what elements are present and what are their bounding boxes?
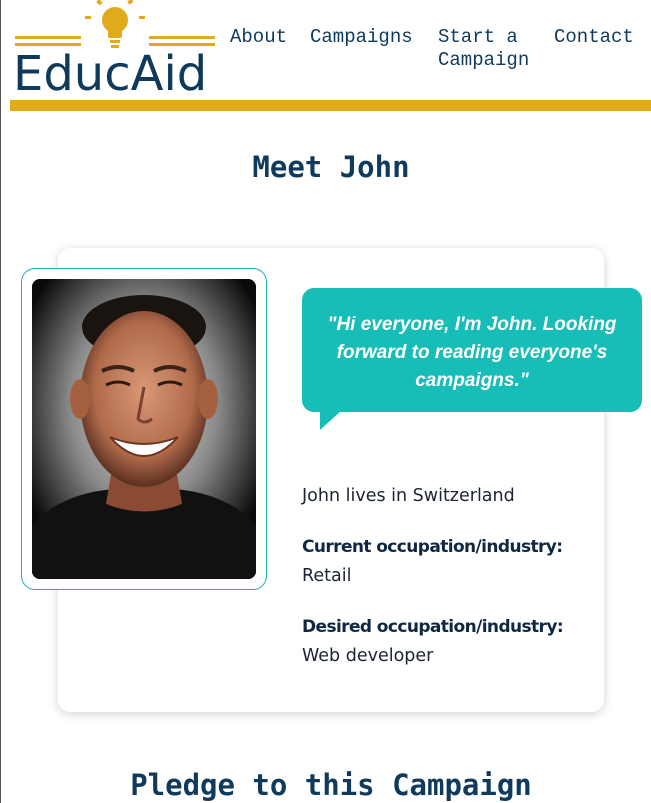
nav-contact[interactable]: Contact <box>554 26 634 49</box>
profile-photo <box>32 279 256 579</box>
page-title: Meet John <box>252 150 410 184</box>
main-nav: About Campaigns Start a Campaign Contact <box>1 26 651 86</box>
nav-campaigns[interactable]: Campaigns <box>310 26 413 49</box>
header-divider <box>10 100 651 111</box>
site-header: EducAid About Campaigns Start a Campaign… <box>1 0 651 112</box>
portrait-image <box>32 279 256 579</box>
pledge-section-title: Pledge to this Campaign <box>130 768 532 802</box>
desired-occupation-value: Web developer <box>302 646 434 666</box>
nav-start-campaign[interactable]: Start a Campaign <box>438 26 548 72</box>
nav-about[interactable]: About <box>230 26 287 49</box>
location-text: John lives in Switzerland <box>302 486 515 506</box>
current-occupation-value: Retail <box>302 566 352 586</box>
profile-quote: "Hi everyone, I'm John. Looking forward … <box>327 314 617 391</box>
quote-bubble-tail <box>320 410 342 430</box>
desired-occupation-label: Desired occupation/industry: <box>302 617 564 637</box>
current-occupation-label: Current occupation/industry: <box>302 537 563 557</box>
page: EducAid About Campaigns Start a Campaign… <box>0 0 651 803</box>
